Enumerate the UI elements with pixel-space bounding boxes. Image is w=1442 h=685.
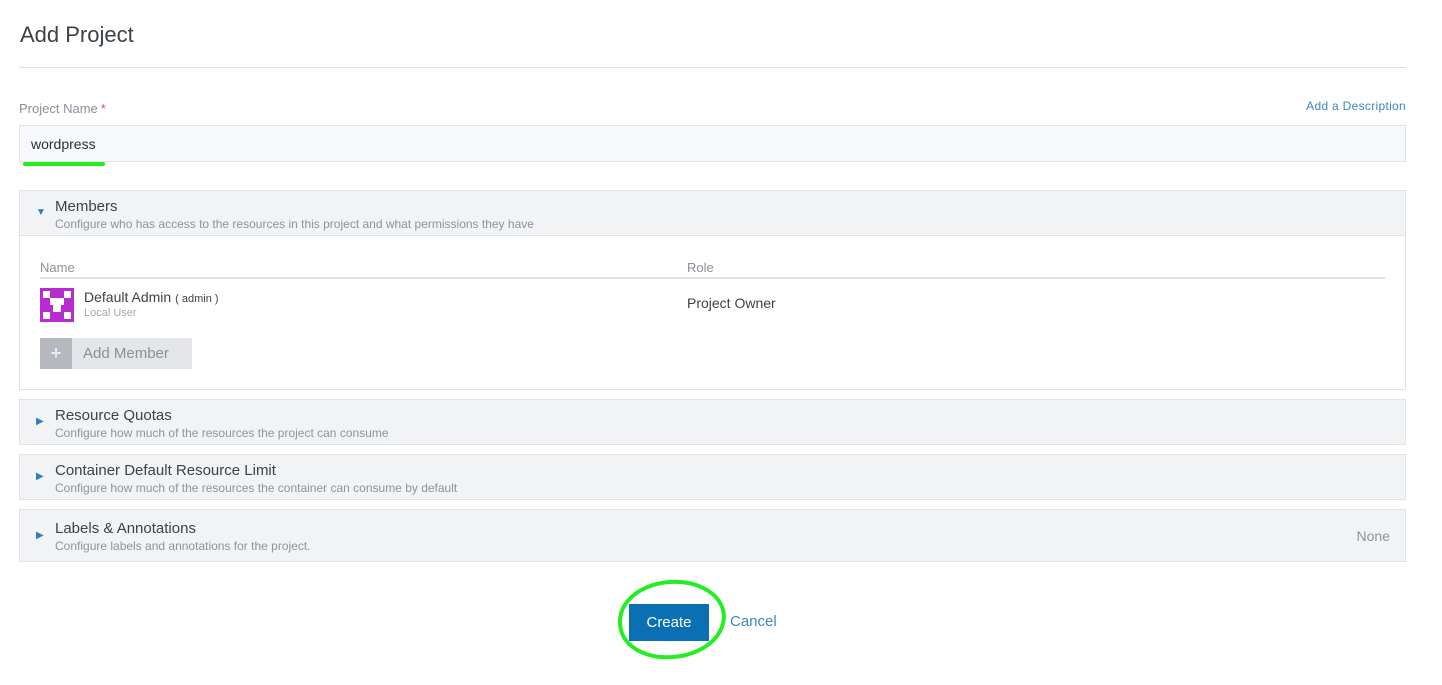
members-header[interactable]: ▼ Members Configure who has access to th…	[20, 191, 1405, 235]
labels-subtitle: Configure labels and annotations for the…	[55, 539, 311, 553]
member-name: Default Admin( admin )	[84, 289, 219, 305]
avatar-pixel	[64, 291, 71, 298]
project-name-input[interactable]	[19, 125, 1406, 162]
add-member-button[interactable]: + Add Member	[40, 338, 192, 369]
project-name-label: Project Name *	[19, 101, 106, 116]
collapsed-triangle-icon: ▶	[36, 416, 44, 427]
member-type: Local User	[84, 307, 137, 319]
container-limit-header[interactable]: ▶ Container Default Resource Limit Confi…	[20, 455, 1405, 499]
collapsed-triangle-icon: ▶	[36, 530, 44, 541]
avatar-pixel	[64, 312, 71, 319]
member-role[interactable]: Project Owner	[687, 295, 776, 311]
member-username: ( admin )	[175, 293, 219, 305]
annotation-underline	[23, 162, 105, 166]
required-marker: *	[100, 101, 106, 116]
members-section: ▼ Members Configure who has access to th…	[19, 190, 1406, 390]
container-limit-section[interactable]: ▶ Container Default Resource Limit Confi…	[19, 454, 1406, 500]
title-divider	[19, 67, 1406, 68]
column-header-divider	[40, 277, 1385, 279]
avatar	[40, 288, 74, 322]
members-body: Name Role Default Admin( admin ) Local U…	[20, 235, 1405, 389]
resource-quotas-title: Resource Quotas	[55, 407, 172, 424]
add-description-link[interactable]: Add a Description	[1306, 99, 1406, 113]
create-button[interactable]: Create	[629, 604, 709, 641]
container-limit-subtitle: Configure how much of the resources the …	[55, 481, 458, 495]
expanded-triangle-icon: ▼	[36, 207, 46, 218]
members-subtitle: Configure who has access to the resource…	[55, 217, 534, 231]
column-header-name: Name	[40, 260, 75, 275]
avatar-pixel	[50, 298, 57, 305]
avatar-pixel	[57, 298, 64, 305]
column-header-role: Role	[687, 260, 714, 275]
project-name-label-text: Project Name	[19, 101, 98, 116]
member-display-name: Default Admin	[84, 289, 172, 305]
avatar-pixel	[43, 312, 50, 319]
plus-icon: +	[40, 338, 72, 369]
resource-quotas-section[interactable]: ▶ Resource Quotas Configure how much of …	[19, 399, 1406, 445]
resource-quotas-header[interactable]: ▶ Resource Quotas Configure how much of …	[20, 400, 1405, 444]
labels-count-value: None	[1356, 528, 1390, 544]
labels-header[interactable]: ▶ Labels & Annotations Configure labels …	[20, 510, 1405, 561]
members-title: Members	[55, 198, 118, 215]
page-title: Add Project	[20, 22, 134, 47]
collapsed-triangle-icon: ▶	[36, 471, 44, 482]
cancel-link[interactable]: Cancel	[730, 613, 777, 630]
avatar-pixel	[43, 291, 50, 298]
add-member-label: Add Member	[83, 345, 169, 362]
avatar-pixel	[53, 305, 61, 312]
resource-quotas-subtitle: Configure how much of the resources the …	[55, 426, 389, 440]
container-limit-title: Container Default Resource Limit	[55, 462, 276, 479]
labels-section[interactable]: ▶ Labels & Annotations Configure labels …	[19, 509, 1406, 562]
labels-title: Labels & Annotations	[55, 520, 196, 537]
